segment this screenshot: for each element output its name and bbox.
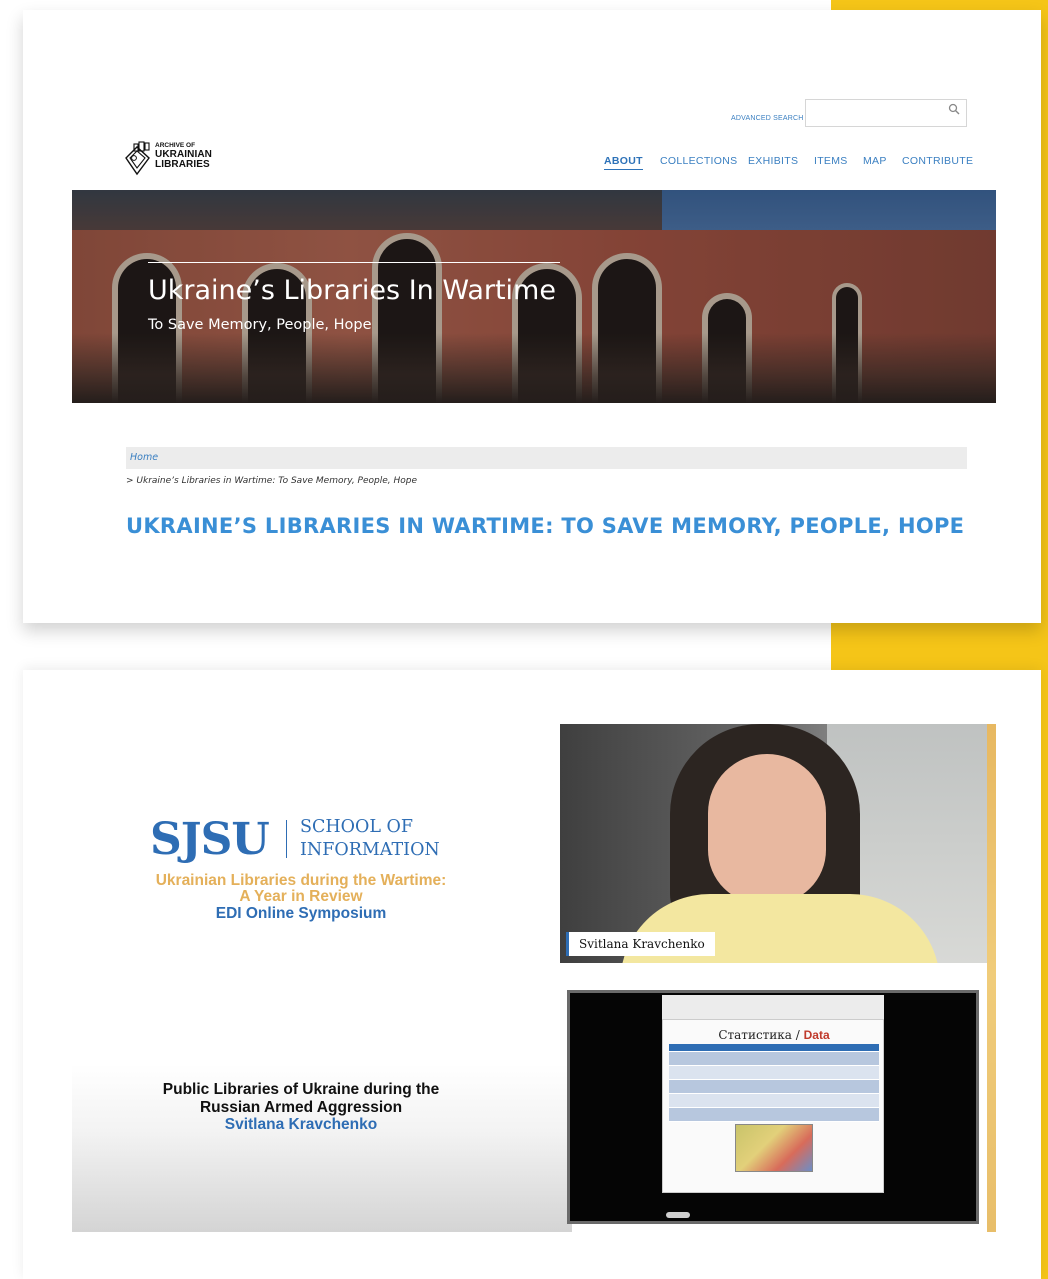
video-screenshot-card: SJSU SCHOOL OF INFORMATION Ukrainian Lib…	[23, 670, 1041, 1279]
table-row	[669, 1052, 879, 1066]
logo-divider	[286, 820, 287, 858]
breadcrumb: Home	[126, 447, 967, 469]
nav-contribute[interactable]: CONTRIBUTE	[902, 155, 973, 167]
ukraine-map-thumbnail	[735, 1124, 813, 1172]
presentation-slide: Статистика / Data	[662, 1019, 884, 1193]
table-row	[669, 1066, 879, 1080]
symposium-name: EDI Online Symposium	[215, 905, 387, 922]
hero-subtitle: To Save Memory, People, Hope	[148, 317, 372, 333]
talk-speaker: Svitlana Kravchenko	[224, 1116, 378, 1133]
school-of-information: SCHOOL OF INFORMATION	[300, 816, 440, 862]
logo-text: ARCHIVE OF UKRAINIAN LIBRARIES	[155, 142, 212, 170]
speaker-name-label: Svitlana Kravchenko	[566, 932, 715, 956]
slide-title-left: Статистика /	[718, 1028, 800, 1042]
talk-title-line-2: Russian Armed Aggression	[199, 1099, 403, 1116]
hero-banner: Ukraine’s Libraries In Wartime To Save M…	[72, 190, 996, 403]
symposium-title-line-2: A Year in Review	[239, 888, 363, 905]
school-line-2: INFORMATION	[300, 840, 440, 860]
table-row	[669, 1108, 879, 1122]
search-input[interactable]	[805, 99, 967, 127]
page-title: UKRAINE’S LIBRARIES IN WARTIME: TO SAVE …	[126, 514, 965, 538]
sjsu-wordmark: SJSU	[150, 814, 270, 865]
breadcrumb-home-link[interactable]: Home	[130, 452, 158, 463]
breadcrumb-current: > Ukraine’s Libraries in Wartime: To Sav…	[126, 476, 418, 486]
nav-exhibits[interactable]: EXHIBITS	[748, 155, 798, 167]
nav-collections[interactable]: COLLECTIONS	[660, 155, 737, 167]
school-line-1: SCHOOL OF	[300, 817, 414, 837]
nav-about[interactable]: ABOUT	[604, 155, 643, 170]
accent-bar-right	[1041, 0, 1048, 670]
zoom-control[interactable]	[666, 1212, 690, 1218]
search-icon[interactable]	[948, 103, 960, 115]
symposium-title-line-1: Ukrainian Libraries during the Wartime:	[155, 872, 447, 889]
talk-title-line-1: Public Libraries of Ukraine during the	[162, 1081, 440, 1098]
slide-browser-bar	[662, 995, 884, 1019]
slide-title-right: Data	[803, 1028, 830, 1042]
table-row	[669, 1094, 879, 1108]
website-screenshot-card: ADVANCED SEARCH ARCHIVE OF UKRAINIAN LIB…	[23, 10, 1041, 623]
slide-title: Статистика / Data	[663, 1028, 885, 1042]
speaker-video: Svitlana Kravchenko	[560, 724, 987, 963]
decorative-side-strip	[987, 724, 996, 1232]
advanced-search-link[interactable]: ADVANCED SEARCH	[731, 115, 804, 122]
nav-map[interactable]: MAP	[863, 155, 887, 167]
accent-bar-middle	[831, 622, 1048, 670]
nav-items[interactable]: ITEMS	[814, 155, 848, 167]
screen-share: Статистика / Data	[567, 990, 979, 1224]
table-row	[669, 1080, 879, 1094]
logo-line-3: LIBRARIES	[155, 159, 210, 170]
speaker-face	[708, 754, 826, 904]
accent-bar-top	[831, 0, 1048, 10]
hero-divider	[148, 262, 560, 263]
video-frame[interactable]: SJSU SCHOOL OF INFORMATION Ukrainian Lib…	[72, 724, 996, 1232]
site-logo[interactable]: ARCHIVE OF UKRAINIAN LIBRARIES	[125, 140, 245, 180]
table-header	[669, 1044, 879, 1052]
logo-mark-icon	[125, 141, 150, 176]
hero-title: Ukraine’s Libraries In Wartime	[148, 275, 556, 306]
accent-bar-right-lower	[1041, 670, 1048, 1279]
